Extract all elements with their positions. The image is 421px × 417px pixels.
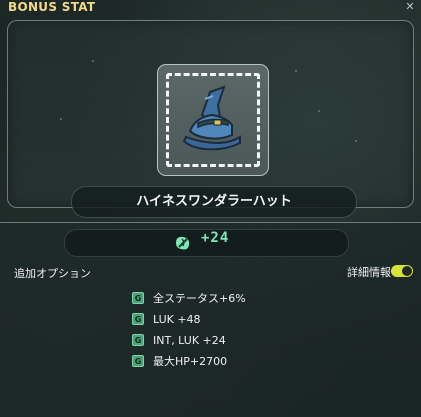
detail-info-label: 詳細情報 (347, 266, 391, 279)
grade-badge-icon: G (132, 292, 144, 304)
option-text: INT, LUK +24 (153, 333, 226, 347)
option-line: G 全ステータス+6% (132, 288, 246, 308)
close-button[interactable]: ✕ (403, 0, 417, 14)
option-line: G 最大HP+2700 (132, 351, 246, 371)
wizard-hat-icon (182, 85, 241, 151)
option-text: 最大HP+2700 (153, 355, 228, 368)
option-line: G INT, LUK +24 (132, 330, 246, 350)
grade-badge-icon: G (132, 355, 144, 367)
options-list: G 全ステータス+6% G LUK +48 G INT, LUK +24 G 最… (132, 288, 246, 372)
window-title: BONUS STAT (8, 0, 96, 14)
option-text: LUK +48 (153, 312, 201, 326)
item-name: ハイネスワンダラーハット (71, 186, 357, 218)
item-panel: ハイネスワンダラーハット (7, 20, 414, 218)
detail-toggle[interactable] (391, 265, 413, 277)
bonus-stat-value: +24 (201, 230, 230, 246)
grade-badge-icon: G (132, 334, 144, 346)
option-text: 全ステータス+6% (153, 292, 246, 305)
option-line: G LUK +48 (132, 309, 246, 329)
bonus-stat-bar: +24 (64, 229, 349, 257)
additional-options-label: 追加オプション (14, 267, 91, 280)
grade-badge-icon: G (132, 313, 144, 325)
item-icon-slot[interactable] (157, 64, 269, 176)
stat-leaf-icon (176, 236, 190, 250)
